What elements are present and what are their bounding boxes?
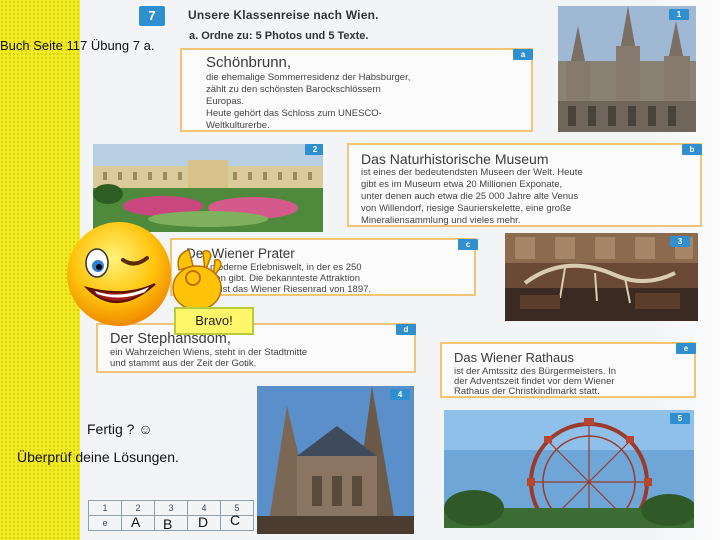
- text-tag: c: [458, 239, 478, 250]
- text-line: Heute gehört das Schloss zum UNESCO-: [206, 108, 382, 119]
- text-tag: a: [513, 49, 533, 60]
- photo-number-badge: 3: [670, 236, 690, 247]
- photo-riesenrad: 5: [444, 410, 694, 528]
- text-line: die ehemalige Sommerresidenz der Habsbur…: [206, 72, 411, 83]
- answer-letter: D: [198, 514, 209, 530]
- exercise-instruction: a. Ordne zu: 5 Photos und 5 Texte.: [189, 30, 369, 42]
- exercise-heading: Unsere Klassenreise nach Wien.: [188, 8, 379, 22]
- text-line: gibt es im Museum etwa 20 Millionen Expo…: [361, 179, 563, 190]
- text-title: Schönbrunn,: [206, 54, 292, 71]
- answer-letter: B: [163, 516, 173, 532]
- check-solutions-text: Überprüf deine Lösungen.: [17, 449, 179, 465]
- task-label: Buch Seite 117 Übung 7 a.: [0, 38, 155, 53]
- winking-smiley-icon: [65, 218, 222, 328]
- text-line: zählt zu den schönsten Barockschlössern: [206, 84, 381, 95]
- table-cell: 1: [88, 500, 122, 516]
- text-line: Rathaus der Christkindlmarkt statt.: [454, 386, 600, 397]
- text-line: von Willendorf, riesige Saurierskelette,…: [361, 203, 572, 214]
- photo-number-badge: 1: [669, 9, 689, 20]
- photo-stephansdom: 4: [257, 386, 414, 534]
- text-title: Das Wiener Rathaus: [454, 350, 574, 365]
- text-line: Europas.: [206, 96, 245, 107]
- text-line: und stammt aus der Zeit der Gotik.: [110, 358, 257, 369]
- text-line: Mineraliensammlung und vieles mehr.: [361, 215, 521, 226]
- photo-number-badge: 5: [670, 413, 690, 424]
- text-line: ist eines der bedeutendsten Museen der W…: [361, 167, 583, 178]
- answer-letter: A: [131, 514, 141, 530]
- photo-number-badge: 4: [390, 389, 410, 400]
- photo-rathaus: 1: [558, 6, 696, 132]
- text-tag: b: [682, 144, 702, 155]
- photo-museum: 3: [505, 233, 698, 321]
- text-line: unter denen auch etwa die 25 000 Jahre a…: [361, 191, 579, 202]
- photo-number-badge: 2: [305, 144, 323, 155]
- answer-letter: C: [230, 512, 241, 528]
- text-tag: d: [396, 324, 416, 335]
- bravo-bubble: Bravo!: [174, 307, 254, 335]
- exercise-number: 7: [139, 6, 165, 26]
- text-box-e: e Das Wiener Rathaus ist der Amtssitz de…: [440, 342, 696, 398]
- table-row: 1 2 3 4 5: [88, 500, 254, 516]
- table-cell: 3: [154, 500, 188, 516]
- text-title: Das Naturhistorische Museum: [361, 151, 549, 167]
- table-cell: e: [88, 515, 122, 531]
- text-line: Weltkulturerbe.: [206, 120, 270, 131]
- text-box-d: d Der Stephansdom, ein Wahrzeichen Wiens…: [96, 323, 416, 373]
- text-box-b: b Das Naturhistorische Museum ist eines …: [347, 143, 702, 227]
- fertig-prompt: Fertig ? ☺: [87, 421, 153, 437]
- text-box-a: a Schönbrunn, die ehemalige Sommerreside…: [180, 48, 533, 132]
- text-tag: e: [676, 343, 696, 354]
